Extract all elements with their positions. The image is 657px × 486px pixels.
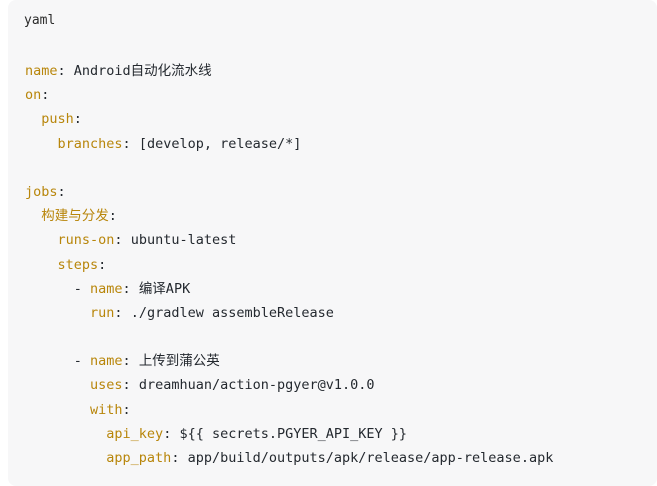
yaml-key: app_path <box>106 450 172 466</box>
code-indent: - <box>25 353 91 370</box>
yaml-separator: : <box>114 304 131 321</box>
yaml-value: ${{ secrets.PGYER_API_KEY }} <box>179 425 408 442</box>
code-indent: - <box>25 280 91 297</box>
code-line: 构建与分发: <box>25 204 553 228</box>
code-line: name: Android自动化流水线 <box>25 59 553 83</box>
code-line: with: <box>25 398 553 422</box>
yaml-separator: : <box>114 232 131 249</box>
yaml-key: jobs <box>25 183 58 200</box>
yaml-separator: : <box>41 87 50 104</box>
yaml-value: app/build/outputs/apk/release/app-releas… <box>187 450 554 466</box>
code-line: - name: 上传到蒲公英 <box>25 349 553 373</box>
code-content: name: Android自动化流水线 on: push: branches: [… <box>25 59 553 470</box>
code-line: - name: 编译APK <box>25 277 553 301</box>
yaml-separator: : <box>122 401 131 418</box>
yaml-key: name <box>25 63 58 79</box>
yaml-key: run <box>90 304 115 321</box>
code-line: run: ./gradlew assembleRelease <box>25 301 553 325</box>
yaml-value: ubuntu-latest <box>130 232 237 249</box>
yaml-separator: : <box>57 183 66 200</box>
code-line: push: <box>25 107 553 131</box>
yaml-key: api_key <box>106 425 164 442</box>
yaml-key: name <box>90 280 123 297</box>
code-line: jobs: <box>25 180 553 204</box>
code-line: api_key: ${{ secrets.PGYER_API_KEY }} <box>25 422 553 446</box>
code-language-label: yaml <box>24 13 56 28</box>
yaml-value: [develop, release/*] <box>138 135 302 152</box>
code-line: branches: [develop, release/*] <box>25 132 553 156</box>
yaml-key: name <box>90 353 123 370</box>
yaml-separator: : <box>98 256 107 273</box>
yaml-separator: : <box>171 450 188 466</box>
code-line: runs-on: ubuntu-latest <box>25 228 553 252</box>
yaml-key: with <box>90 401 123 418</box>
yaml-value: 上传到蒲公英 <box>138 353 220 370</box>
yaml-separator: : <box>57 63 74 79</box>
yaml-value: 编译APK <box>138 280 191 297</box>
yaml-key: 构建与分发 <box>41 208 109 225</box>
code-line: steps: <box>25 253 553 277</box>
code-block: yaml name: Android自动化流水线 on: push: branch… <box>8 0 657 486</box>
code-line: app_path: app/build/outputs/apk/release/… <box>25 446 553 470</box>
yaml-separator: : <box>163 425 180 442</box>
yaml-separator: : <box>122 353 139 370</box>
yaml-value: Android自动化流水线 <box>73 63 212 79</box>
yaml-key: uses <box>90 377 123 394</box>
yaml-value: ./gradlew assembleRelease <box>130 304 334 321</box>
yaml-key: steps <box>57 256 99 273</box>
code-line: uses: dreamhuan/action-pgyer@v1.0.0 <box>25 373 553 397</box>
yaml-key: branches <box>57 135 123 152</box>
yaml-separator: : <box>122 280 139 297</box>
yaml-value: dreamhuan/action-pgyer@v1.0.0 <box>138 377 375 394</box>
yaml-key: runs-on <box>57 232 115 249</box>
code-line: on: <box>25 83 553 107</box>
yaml-key: on <box>25 87 42 104</box>
yaml-key: push <box>41 111 74 128</box>
yaml-separator: : <box>122 135 139 152</box>
yaml-separator: : <box>73 111 82 128</box>
yaml-separator: : <box>122 377 139 394</box>
yaml-separator: : <box>108 208 117 225</box>
